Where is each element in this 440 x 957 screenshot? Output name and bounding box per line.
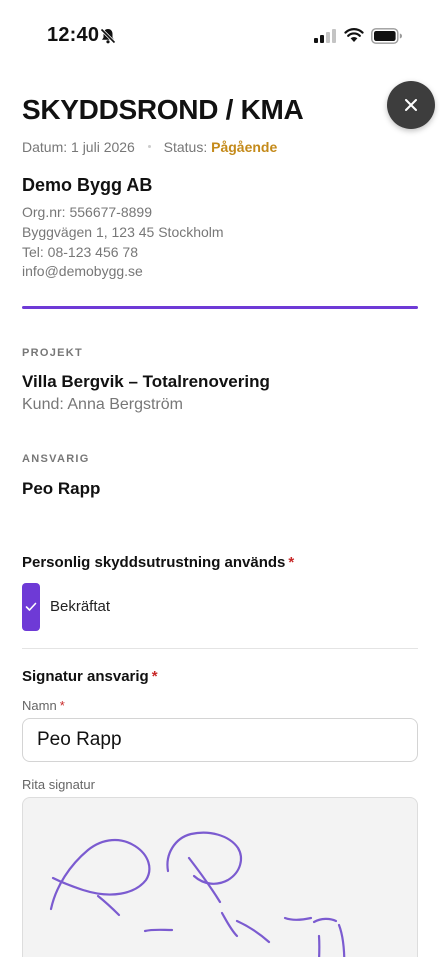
ppe-field-label: Personlig skyddsutrustning används * [22,554,294,571]
company-org-number: Org.nr: 556677-8899 [22,204,152,220]
status-time: 12:40 [47,24,100,46]
draw-signature-label: Rita signatur [22,777,95,792]
wifi-icon [344,28,364,42]
status-badge: Pågående [211,139,278,155]
signature-drawing [49,831,346,957]
signature-label-text: Signatur ansvarig [22,668,149,685]
report-meta: Datum: 1 juli 2026 Status: Pågående [22,139,277,155]
status-bar: 12:40 [0,0,440,64]
company-email: info@demobygg.se [22,263,143,279]
signature-pad[interactable] [22,797,418,957]
checkmark-icon [25,602,37,611]
meta-separator [147,145,151,149]
ppe-confirm-checkbox[interactable] [22,583,40,631]
battery-icon [371,28,402,44]
responsible-name: Peo Rapp [22,479,101,498]
required-marker: * [59,698,65,713]
signer-name-input[interactable] [22,718,418,762]
section-divider [22,648,418,649]
signature-field-label: Signatur ansvarig * [22,668,158,685]
required-marker: * [288,554,295,571]
status-label: Status: [163,139,208,155]
bell-slash-icon [100,28,116,44]
date-label: Datum: [22,139,68,155]
responsible-section-label: ANSVARIG [22,453,90,465]
company-phone: Tel: 08-123 456 78 [22,244,138,260]
ppe-checkbox-label[interactable]: Bekräftat [50,598,110,615]
date-value: 1 juli 2026 [71,139,135,155]
name-field-label: Namn * [22,698,65,713]
cellular-signal-icon [314,29,336,43]
ppe-label-text: Personlig skyddsutrustning används [22,554,286,571]
required-marker: * [151,668,158,685]
project-section-label: PROJEKT [22,347,84,359]
accent-divider [22,306,418,309]
project-name: Villa Bergvik – Totalrenovering [22,372,270,391]
company-address: Byggvägen 1, 123 45 Stockholm [22,224,224,240]
company-name: Demo Bygg AB [22,175,153,195]
page-title: SKYDDSROND / KMA [22,94,304,125]
project-client: Kund: Anna Bergström [22,396,183,413]
name-label-text: Namn [22,698,57,713]
close-button[interactable] [387,81,435,129]
close-icon [405,99,417,111]
